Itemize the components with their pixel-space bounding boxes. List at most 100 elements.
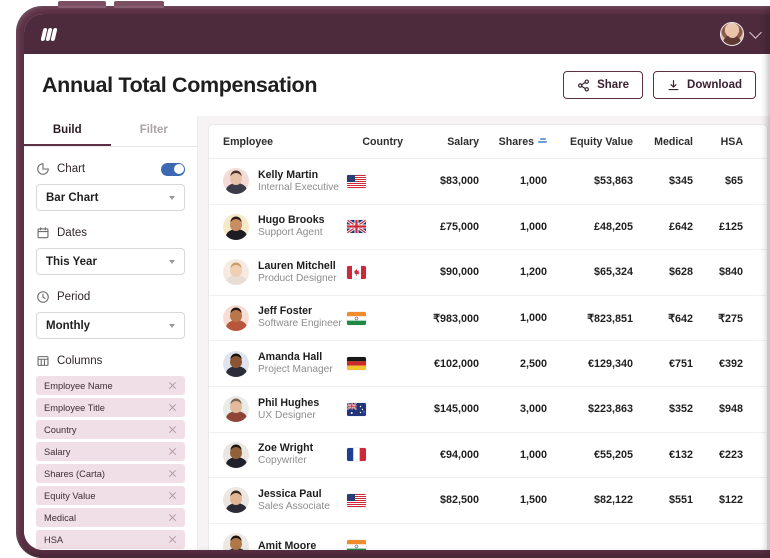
employee-title: Project Manager	[258, 363, 333, 375]
close-icon[interactable]	[168, 513, 177, 522]
table-row[interactable]: Amit Moore	[209, 524, 767, 550]
employee-name: Lauren Mitchell	[258, 259, 336, 272]
shares-cell: 1,000	[519, 312, 547, 325]
close-icon[interactable]	[168, 381, 177, 390]
flag-fr-icon	[347, 448, 366, 462]
avatar	[223, 533, 249, 550]
tab-filter[interactable]: Filter	[111, 116, 198, 146]
table-row[interactable]: Phil Hughes UX Designer $145,000 3,000 $223,…	[209, 387, 767, 433]
column-tag-label: HSA	[44, 534, 64, 545]
employee-title: Copywriter	[258, 455, 307, 467]
download-button[interactable]: Download	[653, 71, 756, 99]
country-cell	[347, 493, 409, 507]
period-select[interactable]: Monthly	[36, 312, 185, 339]
columns-field-group: Columns Employee Name Employee Title Count…	[36, 353, 185, 549]
device-screen: Annual Total Compensation Share Download	[24, 14, 770, 550]
chart-type-select[interactable]: Bar Chart	[36, 184, 185, 211]
share-button-label: Share	[597, 79, 630, 91]
waves-logo-icon[interactable]	[40, 27, 58, 41]
user-avatar[interactable]	[720, 22, 744, 46]
shares-cell: 1,500	[519, 494, 547, 507]
table-row[interactable]: Jessica Paul Sales Associate $82,500 1,500 $…	[209, 478, 767, 524]
medical-cell: $352	[668, 403, 693, 416]
chart-toggle[interactable]	[161, 162, 185, 176]
period-value: Monthly	[46, 319, 91, 332]
topbar-user-menu[interactable]	[720, 22, 762, 46]
dates-select[interactable]: This Year	[36, 248, 185, 275]
table-row[interactable]: Kelly Martin Internal Executive $83,000 1,0…	[209, 159, 767, 205]
download-icon	[668, 79, 679, 90]
equity-value-cell: €129,340	[587, 357, 633, 370]
employee-cell: Jeff Foster Software Engineer	[223, 305, 347, 332]
device-button-right	[114, 1, 164, 8]
flag-us-icon	[347, 493, 366, 507]
employee-name: Amit Moore	[258, 539, 317, 550]
flag-in-icon	[347, 539, 366, 550]
chevron-down-icon[interactable]	[749, 25, 762, 39]
column-header-label: Country	[362, 135, 403, 148]
employee-cell: Kelly Martin Internal Executive	[223, 168, 347, 195]
column-tag[interactable]: Medical	[36, 508, 185, 527]
close-icon[interactable]	[168, 469, 177, 478]
column-header[interactable]: Employee	[223, 136, 347, 148]
employee-cell: Phil Hughes UX Designer	[223, 396, 347, 423]
employee-cell: Amanda Hall Project Manager	[223, 350, 347, 377]
column-tag[interactable]: HSA	[36, 530, 185, 549]
tab-build[interactable]: Build	[24, 116, 111, 146]
share-button[interactable]: Share	[563, 71, 644, 99]
tablet-device-frame: Annual Total Compensation Share Download	[16, 1, 770, 558]
column-header[interactable]: Medical	[639, 136, 699, 148]
table-row[interactable]: Hugo Brooks Support Agent £75,000 1,000 £48,…	[209, 205, 767, 251]
table-row[interactable]: Lauren Mitchell Product Designer $90,000 1,…	[209, 250, 767, 296]
flag-de-icon	[347, 357, 366, 371]
salary-cell: $90,000	[439, 266, 479, 279]
avatar	[223, 396, 249, 423]
column-tag[interactable]: Salary	[36, 442, 185, 461]
sidebar-tabs: Build Filter	[24, 116, 197, 147]
calendar-icon	[37, 227, 49, 239]
device-button-left	[58, 1, 106, 8]
avatar	[223, 168, 249, 195]
employee-name: Jessica Paul	[258, 487, 322, 500]
hsa-cell: €392	[718, 357, 743, 370]
country-cell	[347, 220, 409, 234]
column-tag-label: Shares (Carta)	[44, 468, 105, 479]
close-icon[interactable]	[168, 447, 177, 456]
column-header[interactable]: Equity Value	[553, 136, 639, 148]
chart-type-value: Bar Chart	[46, 191, 99, 204]
column-tag[interactable]: Shares (Carta)	[36, 464, 185, 483]
sort-ascending-icon[interactable]	[538, 137, 547, 143]
flag-au-icon	[347, 402, 366, 416]
country-cell	[347, 311, 409, 325]
column-header[interactable]: Shares	[485, 136, 553, 148]
clock-icon	[37, 291, 49, 303]
dates-value: This Year	[46, 255, 97, 268]
column-header[interactable]: HSA	[699, 136, 749, 148]
hsa-cell: $840	[718, 266, 743, 279]
close-icon[interactable]	[168, 491, 177, 500]
download-button-label: Download	[687, 79, 742, 91]
401k-cell: $382	[749, 266, 767, 278]
column-header[interactable]: Country	[347, 136, 409, 148]
column-tag[interactable]: Employee Name	[36, 376, 185, 395]
column-tag[interactable]: Country	[36, 420, 185, 439]
column-tag[interactable]: Employee Title	[36, 398, 185, 417]
column-tag[interactable]: Equity Value	[36, 486, 185, 505]
column-header[interactable]: 401(k)	[749, 136, 767, 148]
app-top-bar	[24, 14, 770, 54]
close-icon[interactable]	[168, 425, 177, 434]
table-row[interactable]: Zoe Wright Copywriter €94,000 1,000 €55,205 €…	[209, 433, 767, 479]
column-header[interactable]: Salary	[409, 136, 485, 148]
hsa-cell: $65	[724, 175, 743, 188]
content-area: Build Filter Chart Bar Chart Dates This …	[24, 116, 770, 550]
table-row[interactable]: Jeff Foster Software Engineer ₹983,000 1,00…	[209, 296, 767, 342]
dates-label: Dates	[57, 227, 88, 239]
table-row[interactable]: Amanda Hall Project Manager €102,000 2,500 €…	[209, 341, 767, 387]
close-icon[interactable]	[168, 535, 177, 544]
avatar	[223, 350, 249, 377]
avatar	[223, 213, 249, 240]
close-icon[interactable]	[168, 403, 177, 412]
share-icon	[578, 78, 590, 92]
employee-title: Support Agent	[258, 227, 323, 239]
401k-cell: $510	[749, 494, 767, 506]
